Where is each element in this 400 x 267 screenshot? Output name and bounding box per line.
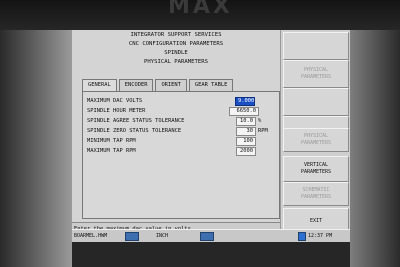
monitor-bezel-right (350, 30, 400, 267)
param-unit: % (258, 118, 262, 124)
units-indicator: INCH (156, 233, 169, 239)
softkey-2[interactable]: PHYSICAL PARAMETERS (283, 60, 349, 88)
param-row-spindle-agree-tolerance: SPINDLE AGREE STATUS TOLERANCE 10.0 % (87, 117, 279, 126)
spindle-hour-meter-input[interactable]: 6650.0 (229, 107, 259, 116)
schematic-parameters-button[interactable]: SCHEMATIC PARAMETERS (283, 182, 349, 206)
clock-time: 12:37 PM (308, 233, 333, 239)
physical-parameters-button[interactable]: PHYSICAL PARAMETERS (283, 128, 349, 152)
softkey-panel: PHYSICAL PARAMETERS PHYSICAL PARAMETERS … (280, 30, 350, 242)
tab-orient[interactable]: ORIENT (155, 79, 187, 91)
minimum-tap-rpm-input[interactable]: 100 (236, 137, 256, 146)
header-section: SPINDLE (164, 50, 188, 56)
monitor-bezel-left (0, 30, 72, 267)
program-task-icon[interactable] (125, 232, 139, 241)
softkey-1[interactable] (283, 32, 349, 60)
softkey-3[interactable] (283, 88, 349, 116)
param-label: MAXIMUM DAC VOLTS (87, 98, 143, 104)
param-label: MAXIMUM TAP RPM (87, 148, 136, 154)
param-label: MINIMUM TAP RPM (87, 138, 136, 144)
monitor-bezel-top: MAX (0, 0, 400, 30)
header-title: INTEGRATOR SUPPORT SERVICES (130, 32, 222, 38)
tab-encoder[interactable]: ENCODER (118, 79, 154, 91)
param-row-minimum-tap-rpm: MINIMUM TAP RPM 100 (87, 137, 279, 146)
param-row-maximum-tap-rpm: MAXIMUM TAP RPM 2000 (87, 147, 279, 156)
spindle-zero-tolerance-input[interactable]: 30 (236, 127, 256, 136)
header-subtitle: CNC CONFIGURATION PARAMETERS (128, 41, 224, 47)
param-label: SPINDLE HOUR METER (87, 108, 146, 114)
param-row-spindle-hour-meter: SPINDLE HOUR METER 6650.0 (87, 107, 279, 116)
units-task-icon[interactable] (200, 232, 214, 241)
max-dac-volts-input[interactable]: 9.000 (235, 97, 255, 106)
header-page: PHYSICAL PARAMETERS (144, 59, 208, 65)
param-row-max-dac-volts: MAXIMUM DAC VOLTS 9.000 (87, 97, 279, 106)
monitor-bezel-bottom (72, 242, 350, 267)
tab-bar: GENERAL ENCODER ORIENT GEAR TABLE (82, 79, 235, 92)
tab-gear-table[interactable]: GEAR TABLE (188, 79, 234, 91)
param-label: SPINDLE ZERO STATUS TOLERANCE (87, 128, 182, 134)
clock-icon (298, 232, 306, 241)
param-unit: RPM (258, 128, 268, 134)
param-row-spindle-zero-tolerance: SPINDLE ZERO STATUS TOLERANCE 30 RPM (87, 127, 279, 136)
cnc-screen: INTEGRATOR SUPPORT SERVICES CNC CONFIGUR… (72, 30, 350, 242)
brand-logo: MAX (168, 0, 233, 19)
vertical-parameters-button[interactable]: VERTICAL PARAMETERS (283, 156, 349, 182)
param-label: SPINDLE AGREE STATUS TOLERANCE (87, 118, 185, 124)
spindle-agree-tolerance-input[interactable]: 10.0 (236, 117, 256, 126)
program-name[interactable]: BOARMEL.HWM (74, 233, 107, 239)
taskbar: BOARMEL.HWM INCH 12:37 PM (72, 229, 350, 243)
general-tab-panel: MAXIMUM DAC VOLTS 9.000 SPINDLE HOUR MET… (82, 91, 280, 219)
main-panel: INTEGRATOR SUPPORT SERVICES CNC CONFIGUR… (72, 30, 280, 229)
header-block: INTEGRATOR SUPPORT SERVICES CNC CONFIGUR… (72, 31, 280, 67)
maximum-tap-rpm-input[interactable]: 2000 (236, 147, 256, 156)
